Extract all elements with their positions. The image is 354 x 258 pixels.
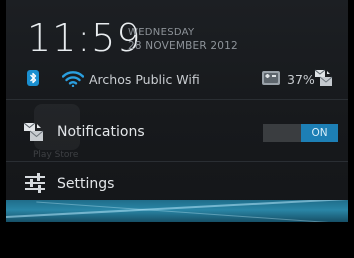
wallpaper-strip [6, 200, 348, 222]
toggle-on-label: ON [301, 124, 338, 142]
notification-shade-screen: Play Store 11:59 WEDNESDAY 28 NOVEMBER 2… [0, 0, 354, 258]
background-app-label: Play Store [33, 150, 79, 160]
divider [6, 99, 348, 100]
battery-percentage: 37% [287, 72, 315, 87]
date-weekday: WEDNESDAY [128, 27, 195, 38]
wifi-icon[interactable] [62, 71, 84, 87]
battery-icon[interactable] [261, 69, 281, 87]
settings-sliders-icon [25, 173, 45, 193]
settings-label[interactable]: Settings [57, 176, 114, 192]
date-full: 28 NOVEMBER 2012 [128, 40, 238, 52]
clock-time[interactable]: 11:59 [27, 18, 142, 58]
bottom-bar [0, 222, 354, 258]
notifications-status-icon[interactable] [314, 69, 334, 87]
wifi-network-name[interactable]: Archos Public Wifi [89, 72, 200, 87]
bluetooth-icon[interactable] [26, 70, 40, 86]
notifications-toggle[interactable]: ON [263, 124, 338, 142]
notifications-icon [23, 122, 44, 141]
divider [6, 161, 348, 162]
notifications-label[interactable]: Notifications [57, 124, 145, 140]
